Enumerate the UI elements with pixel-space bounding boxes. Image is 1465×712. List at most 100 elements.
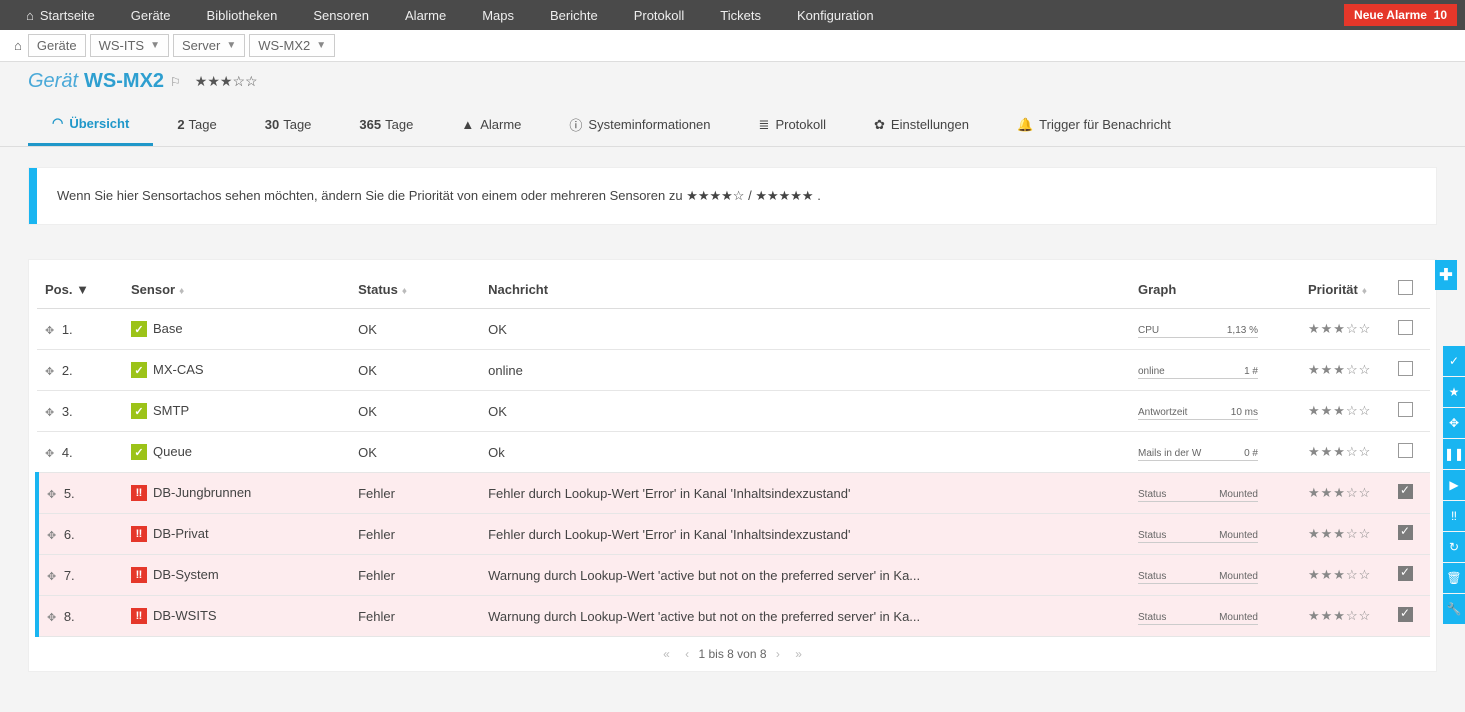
sensor-name[interactable]: DB-System bbox=[153, 567, 219, 582]
status-text: Fehler bbox=[350, 473, 480, 514]
table-row[interactable]: ✥ 2.✓MX-CASOKonlineonline1 # bbox=[37, 350, 1430, 391]
row-checkbox[interactable] bbox=[1398, 402, 1413, 417]
tab-bar: ◠Übersicht 2Tage 30Tage 365Tage ▲Alarme … bbox=[0, 103, 1465, 147]
new-alarms-button[interactable]: Neue Alarme 10 bbox=[1344, 4, 1457, 26]
row-checkbox[interactable] bbox=[1398, 484, 1413, 499]
nav-item[interactable]: Geräte bbox=[113, 0, 189, 30]
table-row[interactable]: ✥ 5.‼DB-JungbrunnenFehlerFehler durch Lo… bbox=[37, 473, 1430, 514]
col-sensor[interactable]: Sensor♦ bbox=[123, 270, 350, 309]
table-row[interactable]: ✥ 1.✓BaseOKOKCPU1,13 % bbox=[37, 309, 1430, 350]
pager-first[interactable]: « bbox=[663, 647, 670, 661]
priority-stars[interactable] bbox=[1308, 403, 1371, 418]
message-text: OK bbox=[480, 391, 1130, 432]
priority-stars[interactable] bbox=[1308, 485, 1371, 500]
table-row[interactable]: ✥ 4.✓QueueOKOkMails in der W0 # bbox=[37, 432, 1430, 473]
col-priority[interactable]: Priorität♦ bbox=[1300, 270, 1390, 309]
drag-handle-icon[interactable]: ✥ bbox=[47, 530, 56, 542]
side-wrench[interactable]: 🔧 bbox=[1443, 594, 1465, 624]
top-nav: ⌂Startseite Geräte Bibliotheken Sensoren… bbox=[0, 0, 1465, 30]
side-star[interactable]: ★ bbox=[1443, 377, 1465, 407]
side-play[interactable]: ▶ bbox=[1443, 470, 1465, 500]
message-text: online bbox=[480, 350, 1130, 391]
priority-stars[interactable] bbox=[1308, 321, 1371, 336]
select-all-checkbox[interactable] bbox=[1398, 280, 1413, 295]
pager-label: 1 bis 8 von 8 bbox=[698, 647, 766, 661]
crumb[interactable]: Geräte bbox=[28, 34, 86, 57]
tab-alarms[interactable]: ▲Alarme bbox=[437, 103, 545, 146]
nav-item[interactable]: Tickets bbox=[702, 0, 779, 30]
row-checkbox[interactable] bbox=[1398, 443, 1413, 458]
flag-icon[interactable]: ⚐ bbox=[170, 75, 181, 89]
col-msg[interactable]: Nachricht bbox=[480, 270, 1130, 309]
sensor-name[interactable]: DB-Privat bbox=[153, 526, 209, 541]
add-button[interactable]: ✚ bbox=[1435, 260, 1457, 290]
pager-next[interactable]: › bbox=[776, 647, 780, 661]
nav-item[interactable]: Protokoll bbox=[616, 0, 703, 30]
tab-overview[interactable]: ◠Übersicht bbox=[28, 103, 153, 146]
side-delete[interactable]: 🗑 bbox=[1443, 563, 1465, 593]
crumb[interactable]: WS-ITS▼ bbox=[90, 34, 169, 57]
drag-handle-icon[interactable]: ✥ bbox=[45, 448, 54, 460]
table-row[interactable]: ✥ 3.✓SMTPOKOKAntwortzeit10 ms bbox=[37, 391, 1430, 432]
col-pos[interactable]: Pos. ▼ bbox=[37, 270, 123, 309]
side-pause[interactable]: ❚❚ bbox=[1443, 439, 1465, 469]
col-status[interactable]: Status♦ bbox=[350, 270, 480, 309]
drag-handle-icon[interactable]: ✥ bbox=[47, 571, 56, 583]
priority-stars[interactable] bbox=[1308, 608, 1371, 623]
drag-handle-icon[interactable]: ✥ bbox=[45, 407, 54, 419]
nav-home[interactable]: ⌂Startseite bbox=[8, 0, 113, 30]
row-checkbox[interactable] bbox=[1398, 361, 1413, 376]
table-row[interactable]: ✥ 6.‼DB-PrivatFehlerFehler durch Lookup-… bbox=[37, 514, 1430, 555]
sensor-name[interactable]: MX-CAS bbox=[153, 362, 204, 377]
sensor-name[interactable]: DB-Jungbrunnen bbox=[153, 485, 251, 500]
nav-item[interactable]: Bibliotheken bbox=[189, 0, 296, 30]
crumb[interactable]: WS-MX2▼ bbox=[249, 34, 335, 57]
tab-365-days[interactable]: 365Tage bbox=[335, 103, 437, 146]
side-check[interactable]: ✓ bbox=[1443, 346, 1465, 376]
row-checkbox[interactable] bbox=[1398, 607, 1413, 622]
tab-settings[interactable]: ✿Einstellungen bbox=[850, 103, 993, 146]
side-alert[interactable]: ‼ bbox=[1443, 501, 1465, 531]
table-row[interactable]: ✥ 7.‼DB-SystemFehlerWarnung durch Lookup… bbox=[37, 555, 1430, 596]
message-text: Warnung durch Lookup-Wert 'active but no… bbox=[480, 555, 1130, 596]
nav-item[interactable]: Konfiguration bbox=[779, 0, 892, 30]
pager-prev[interactable]: ‹ bbox=[685, 647, 689, 661]
nav-item[interactable]: Berichte bbox=[532, 0, 616, 30]
tab-30-days[interactable]: 30Tage bbox=[241, 103, 336, 146]
drag-handle-icon[interactable]: ✥ bbox=[47, 612, 56, 624]
sort-icon: ♦ bbox=[179, 286, 184, 297]
sort-desc-icon: ▼ bbox=[76, 282, 89, 297]
home-icon[interactable]: ⌂ bbox=[8, 35, 28, 56]
drag-handle-icon[interactable]: ✥ bbox=[45, 366, 54, 378]
warning-icon: ▲ bbox=[461, 117, 474, 132]
row-checkbox[interactable] bbox=[1398, 566, 1413, 581]
nav-item[interactable]: Alarme bbox=[387, 0, 464, 30]
drag-handle-icon[interactable]: ✥ bbox=[45, 325, 54, 337]
priority-stars[interactable] bbox=[1308, 526, 1371, 541]
tab-protocol[interactable]: ≣Protokoll bbox=[735, 103, 850, 146]
drag-handle-icon[interactable]: ✥ bbox=[47, 489, 56, 501]
pager-last[interactable]: » bbox=[795, 647, 802, 661]
row-checkbox[interactable] bbox=[1398, 320, 1413, 335]
priority-stars[interactable] bbox=[195, 73, 258, 90]
sensor-name[interactable]: Base bbox=[153, 321, 183, 336]
side-move[interactable]: ✥ bbox=[1443, 408, 1465, 438]
sensor-name[interactable]: SMTP bbox=[153, 403, 189, 418]
sensor-table: ✚ Pos. ▼ Sensor♦ Status♦ Nachricht Graph… bbox=[28, 259, 1437, 672]
side-refresh[interactable]: ↻ bbox=[1443, 532, 1465, 562]
sensor-name[interactable]: Queue bbox=[153, 444, 192, 459]
tab-sysinfo[interactable]: ⓘSysteminformationen bbox=[545, 103, 734, 146]
priority-stars[interactable] bbox=[1308, 444, 1371, 459]
gear-icon: ✿ bbox=[874, 117, 885, 133]
crumb[interactable]: Server▼ bbox=[173, 34, 245, 57]
tab-2-days[interactable]: 2Tage bbox=[153, 103, 240, 146]
row-checkbox[interactable] bbox=[1398, 525, 1413, 540]
col-graph: Graph bbox=[1130, 270, 1300, 309]
sensor-name[interactable]: DB-WSITS bbox=[153, 608, 217, 623]
priority-stars[interactable] bbox=[1308, 567, 1371, 582]
nav-item[interactable]: Maps bbox=[464, 0, 532, 30]
tab-trigger[interactable]: 🔔Trigger für Benachricht bbox=[993, 103, 1195, 146]
nav-item[interactable]: Sensoren bbox=[295, 0, 387, 30]
priority-stars[interactable] bbox=[1308, 362, 1371, 377]
table-row[interactable]: ✥ 8.‼DB-WSITSFehlerWarnung durch Lookup-… bbox=[37, 596, 1430, 637]
